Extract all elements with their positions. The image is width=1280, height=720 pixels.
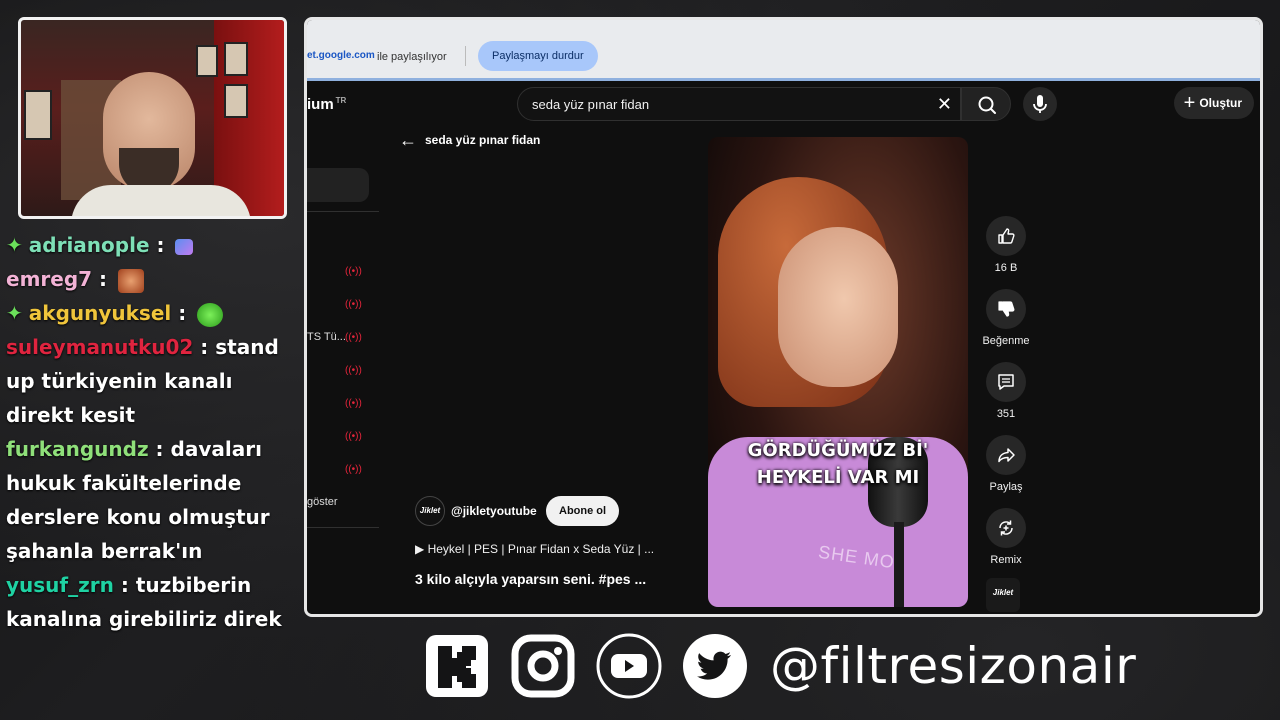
sharing-status: ile paylaşılıyor <box>377 51 447 63</box>
search-icon <box>978 96 996 114</box>
channel-avatar[interactable]: Jiklet <box>415 496 445 526</box>
comment-icon <box>998 374 1014 390</box>
chat-message: furkangundz : davaları hukuk fakülteleri… <box>6 437 270 563</box>
shared-screen: et.google.com ile paylaşılıyor Paylaşmay… <box>304 17 1263 617</box>
sidebar-divider <box>307 527 379 528</box>
close-icon[interactable]: ✕ <box>937 94 952 115</box>
chat-message: suleymanutku02 : stand up türkiyenin kan… <box>6 335 279 427</box>
logo-region: TR <box>335 96 347 105</box>
chat-username: emreg7 <box>6 267 93 291</box>
live-icon: ((•)) <box>345 266 362 277</box>
youtube-icon <box>596 633 662 699</box>
share-url: et.google.com <box>307 50 375 61</box>
comment-count: 351 <box>996 408 1016 420</box>
search-button[interactable] <box>961 87 1011 121</box>
caption-line: GÖRDÜĞÜMÜZ Bİ' <box>747 440 929 461</box>
twitter-icon <box>683 634 747 698</box>
remix-icon <box>999 520 1013 536</box>
like-count: 16 B <box>994 262 1018 274</box>
create-label: Oluştur <box>1199 96 1242 110</box>
video-subject-face <box>778 227 898 387</box>
chat-username: yusuf_zrn <box>6 573 114 597</box>
logo-text: ium <box>307 96 334 113</box>
thumbs-up-icon <box>998 228 1015 244</box>
live-icon: ((•)) <box>345 431 362 442</box>
video-mic-stand <box>894 522 904 607</box>
chat-message: ✦ akgunyuksel : <box>6 296 302 330</box>
emote-icon <box>197 302 224 327</box>
social-handle: @filtresizonair <box>770 637 1137 695</box>
chat-username: akgunyuksel <box>28 301 172 325</box>
sidebar-item-label[interactable]: TS Tü... <box>307 331 346 343</box>
chat-username: furkangundz <box>6 437 149 461</box>
live-icon: ((•)) <box>345 365 362 376</box>
shorts-video-player[interactable]: SHE MO GÖRDÜĞÜMÜZ Bİ' HEYKELİ VAR MI <box>708 137 968 607</box>
thumbs-down-icon <box>998 301 1015 317</box>
share-button[interactable]: Paylaş <box>975 435 1037 493</box>
webcam-feed <box>18 17 287 219</box>
voice-search-button[interactable] <box>1023 87 1057 121</box>
chat-username: adrianople <box>28 233 150 257</box>
youtube-logo[interactable]: ium TR <box>307 96 346 113</box>
stop-sharing-button[interactable]: Paylaşmayı durdur <box>478 41 598 71</box>
search-input[interactable]: seda yüz pınar fidan ✕ <box>517 87 961 121</box>
like-button[interactable]: 16 B <box>975 216 1037 274</box>
subscriber-badge-icon: ✦ <box>6 301 23 325</box>
webcam-poster <box>24 90 52 140</box>
sidebar-divider <box>307 211 379 212</box>
plus-icon: + <box>1183 92 1196 114</box>
dislike-label: Beğenme <box>982 335 1030 347</box>
emote-icon <box>118 268 145 293</box>
streamer-shirt <box>71 185 251 216</box>
chat-username: suleymanutku02 <box>6 335 194 359</box>
live-icon: ((•)) <box>345 398 362 409</box>
video-caption: GÖRDÜĞÜMÜZ Bİ' HEYKELİ VAR MI <box>708 437 968 491</box>
back-label: seda yüz pınar fidan <box>425 133 541 147</box>
remix-label: Remix <box>990 554 1022 566</box>
webcam-poster <box>196 45 218 77</box>
microphone-icon <box>1033 95 1047 113</box>
live-icon: ((•)) <box>345 299 362 310</box>
webcam-poster <box>224 84 248 118</box>
share-icon <box>998 448 1015 463</box>
live-icon: ((•)) <box>345 464 362 475</box>
subscribe-button[interactable]: Abone ol <box>546 496 620 526</box>
share-label: Paylaş <box>989 481 1023 493</box>
subscriber-badge-icon: ✦ <box>6 233 23 257</box>
remix-button[interactable]: Remix <box>975 508 1037 566</box>
chat-message: ✦ adrianople : <box>6 228 302 262</box>
channel-name[interactable]: @jikletyoutube <box>451 504 537 518</box>
playlist-link[interactable]: ▶ Heykel | PES | Pınar Fidan x Seda Yüz … <box>415 542 654 556</box>
chat-message: emreg7 : <box>6 262 302 296</box>
kick-icon <box>426 635 488 697</box>
sidebar-selected-item[interactable] <box>307 168 369 202</box>
live-icon: ((•)) <box>345 332 362 343</box>
instagram-icon <box>511 634 575 698</box>
create-button[interactable]: + Oluştur <box>1173 87 1254 119</box>
youtube-page: ium TR seda yüz pınar fidan ✕ + Oluştur ← s… <box>307 84 1260 614</box>
caption-line: HEYKELİ VAR MI <box>756 467 920 488</box>
screen-share-bar: et.google.com ile paylaşılıyor Paylaşmay… <box>307 20 1260 81</box>
video-title[interactable]: 3 kilo alçıyla yaparsın seni. #pes ... <box>415 571 646 587</box>
arrow-left-icon: ← <box>399 130 417 150</box>
divider <box>465 46 466 66</box>
audio-thumbnail[interactable]: Jiklet <box>986 578 1020 612</box>
search-value: seda yüz pınar fidan <box>532 97 650 112</box>
emote-icon <box>175 238 194 255</box>
chat-message: yusuf_zrn : tuzbiberin kanalına girebili… <box>6 573 282 631</box>
back-button[interactable]: ← seda yüz pınar fidan <box>399 130 540 151</box>
comments-button[interactable]: 351 <box>975 362 1037 420</box>
stream-chat: ✦ adrianople : emreg7 : ✦ akgunyuksel : su… <box>6 228 302 636</box>
dislike-button[interactable]: Beğenme <box>975 289 1037 347</box>
webcam-poster <box>224 42 248 76</box>
show-more-link[interactable]: göster <box>307 496 338 508</box>
